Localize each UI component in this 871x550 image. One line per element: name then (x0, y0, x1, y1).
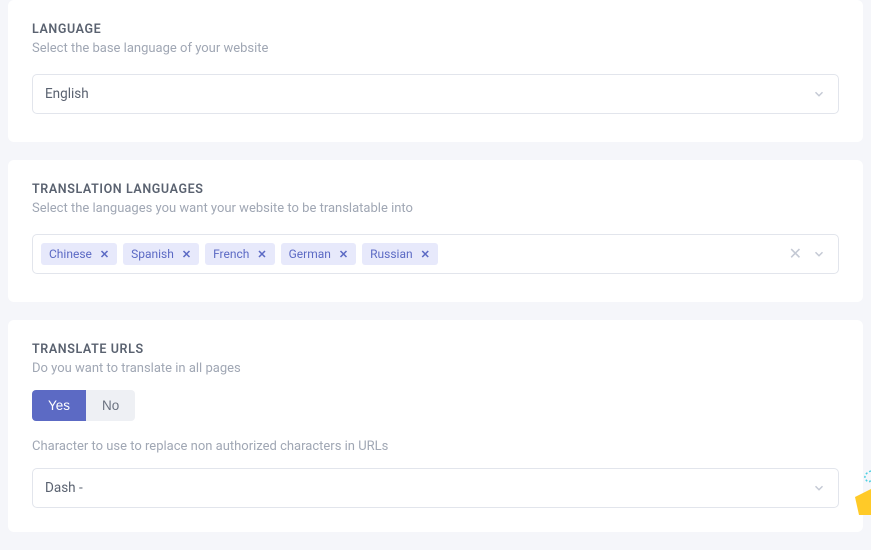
close-icon[interactable]: ✕ (100, 248, 109, 261)
chevron-down-icon[interactable] (812, 247, 826, 261)
language-title: LANGUAGE (32, 22, 839, 37)
tag-label: Russian (370, 247, 412, 261)
close-icon[interactable]: ✕ (421, 248, 430, 261)
tag-label: Spanish (131, 247, 174, 261)
tag-label: German (289, 247, 331, 261)
language-select[interactable]: English (32, 74, 839, 114)
tag-german[interactable]: German ✕ (281, 243, 357, 265)
multiselect-actions: ✕ (789, 246, 830, 262)
tags-container: Chinese ✕ Spanish ✕ French ✕ German ✕ Ru… (41, 243, 783, 265)
translation-multiselect[interactable]: Chinese ✕ Spanish ✕ French ✕ German ✕ Ru… (32, 234, 839, 274)
close-icon[interactable]: ✕ (257, 248, 266, 261)
char-label: Character to use to replace non authoriz… (32, 439, 839, 454)
urls-title: TRANSLATE URLS (32, 342, 839, 357)
tag-french[interactable]: French ✕ (205, 243, 275, 265)
translation-title: TRANSLATION LANGUAGES (32, 182, 839, 197)
translate-urls-card: TRANSLATE URLS Do you want to translate … (8, 320, 863, 532)
close-icon[interactable]: ✕ (182, 248, 191, 261)
chevron-down-icon (812, 481, 826, 495)
clear-all-icon[interactable]: ✕ (789, 246, 802, 262)
url-char-value: Dash - (45, 480, 812, 496)
chevron-down-icon (812, 87, 826, 101)
translation-card: TRANSLATION LANGUAGES Select the languag… (8, 160, 863, 302)
tag-chinese[interactable]: Chinese ✕ (41, 243, 117, 265)
tag-russian[interactable]: Russian ✕ (362, 243, 438, 265)
tag-label: Chinese (49, 247, 92, 261)
language-subtitle: Select the base language of your website (32, 41, 839, 56)
translate-toggle: Yes No (32, 390, 135, 421)
yes-button[interactable]: Yes (32, 390, 86, 421)
tag-label: French (213, 247, 249, 261)
no-button[interactable]: No (86, 390, 135, 421)
language-select-value: English (45, 86, 812, 102)
language-card: LANGUAGE Select the base language of you… (8, 0, 863, 142)
close-icon[interactable]: ✕ (339, 248, 348, 261)
url-char-select[interactable]: Dash - (32, 468, 839, 508)
translation-subtitle: Select the languages you want your websi… (32, 201, 839, 216)
tag-spanish[interactable]: Spanish ✕ (123, 243, 199, 265)
urls-question: Do you want to translate in all pages (32, 361, 839, 376)
